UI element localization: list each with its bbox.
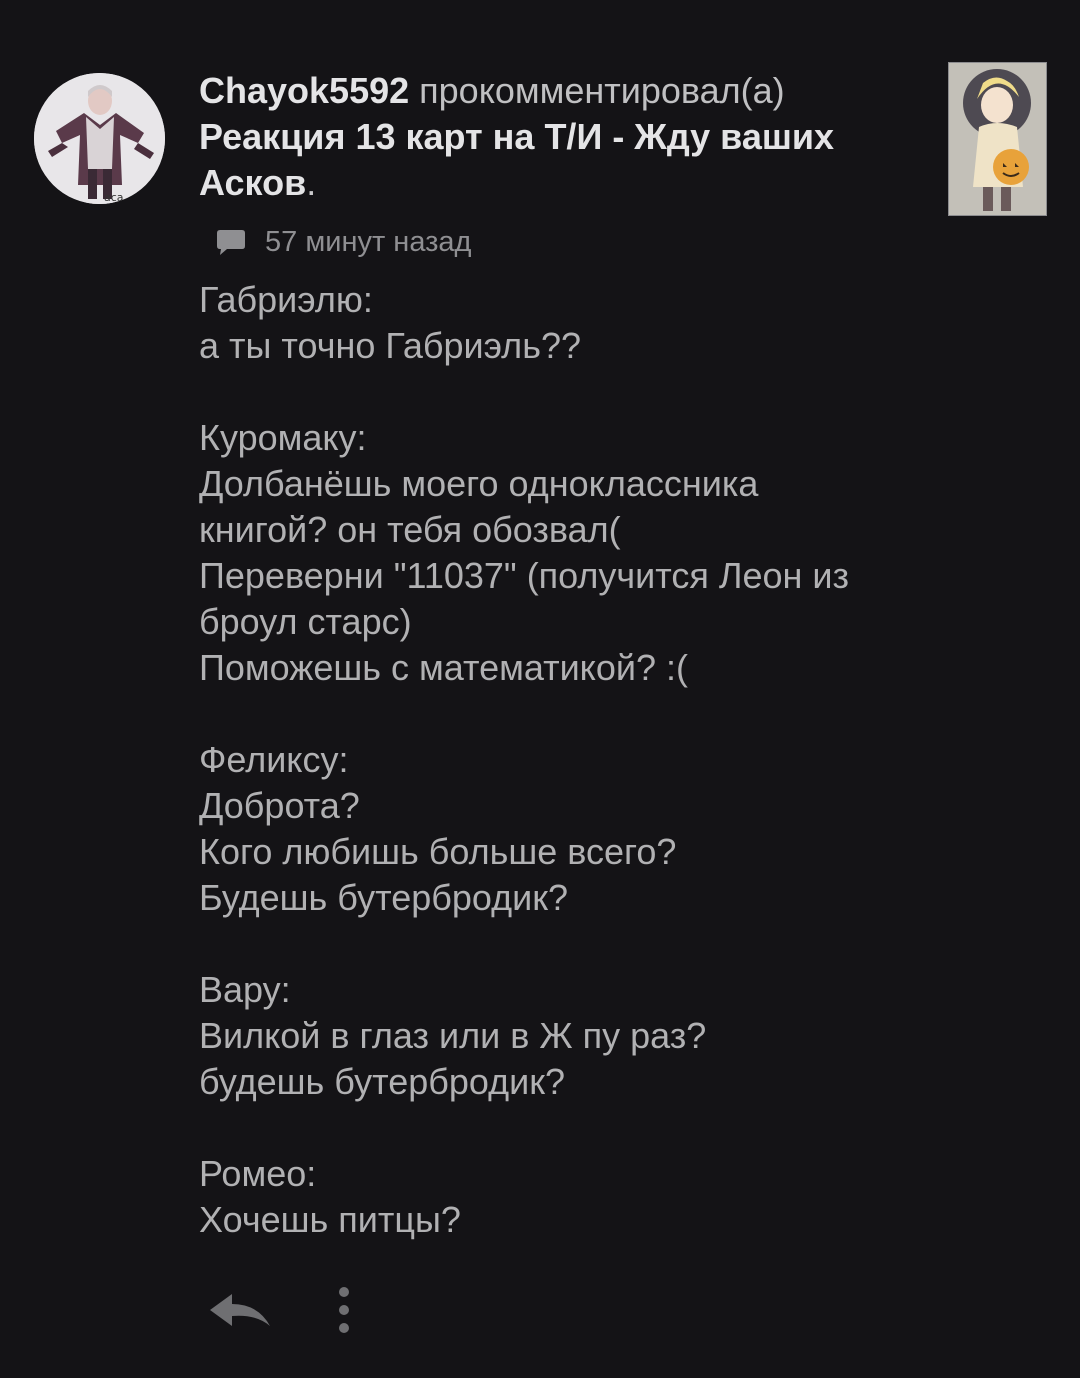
- notification-header: Chayok5592 прокомментировал(а) Реакция 1…: [199, 68, 919, 206]
- time-ago: 57 минут назад: [265, 225, 472, 258]
- comment-line: будешь бутербродик?: [199, 1061, 566, 1102]
- post-title-link[interactable]: Реакция 13 карт на Т/И - Жду ваших Асков: [199, 116, 834, 203]
- comment-line: [199, 921, 979, 967]
- comment-line: броул старс): [199, 601, 412, 642]
- more-options-button[interactable]: [326, 1284, 362, 1338]
- comment-line: [199, 1105, 979, 1151]
- thumbnail-image: [949, 63, 1046, 215]
- more-vertical-icon: [339, 1287, 349, 1333]
- comment-line: Переверни "11037" (получится Леон из: [199, 555, 850, 596]
- comment-line: Поможешь с математикой? :(: [199, 647, 688, 688]
- comment-line: Феликсу:: [199, 739, 349, 780]
- comment-line: Доброта?: [199, 785, 360, 826]
- username-link[interactable]: Chayok5592: [199, 70, 409, 111]
- post-thumbnail[interactable]: [948, 62, 1047, 216]
- comment-line: Будешь бутербродик?: [199, 877, 569, 918]
- comment-line: Вару:: [199, 969, 291, 1010]
- comment-meta: 57 минут назад: [216, 222, 471, 262]
- reply-arrow-icon: [210, 1294, 270, 1326]
- comment-line: [199, 369, 979, 415]
- title-period: .: [306, 162, 317, 203]
- comment-line: Долбанёшь моего одноклассника: [199, 463, 759, 504]
- comment-line: Габриэлю:: [199, 279, 373, 320]
- comment-line: Хочешь питцы?: [199, 1199, 461, 1240]
- comment-bubble-icon: [216, 227, 246, 257]
- comment-line: а ты точно Габриэль??: [199, 325, 581, 366]
- comment-body: Габриэлю: а ты точно Габриэль?? Куромаку…: [199, 277, 979, 1243]
- comment-line: Ромео:: [199, 1153, 317, 1194]
- comment-line: книгой? он тебя обозвал(: [199, 509, 621, 550]
- comment-line: [199, 691, 979, 737]
- action-text: прокомментировал(а): [419, 70, 785, 111]
- reply-button[interactable]: [206, 1290, 274, 1332]
- avatar-image: aca: [34, 73, 165, 204]
- svg-text:aca: aca: [104, 191, 124, 204]
- comment-line: Куромаку:: [199, 417, 367, 458]
- comment-line: Кого любишь больше всего?: [199, 831, 677, 872]
- commenter-avatar[interactable]: aca: [34, 73, 165, 204]
- comment-line: Вилкой в глаз или в Ж пу раз?: [199, 1015, 707, 1056]
